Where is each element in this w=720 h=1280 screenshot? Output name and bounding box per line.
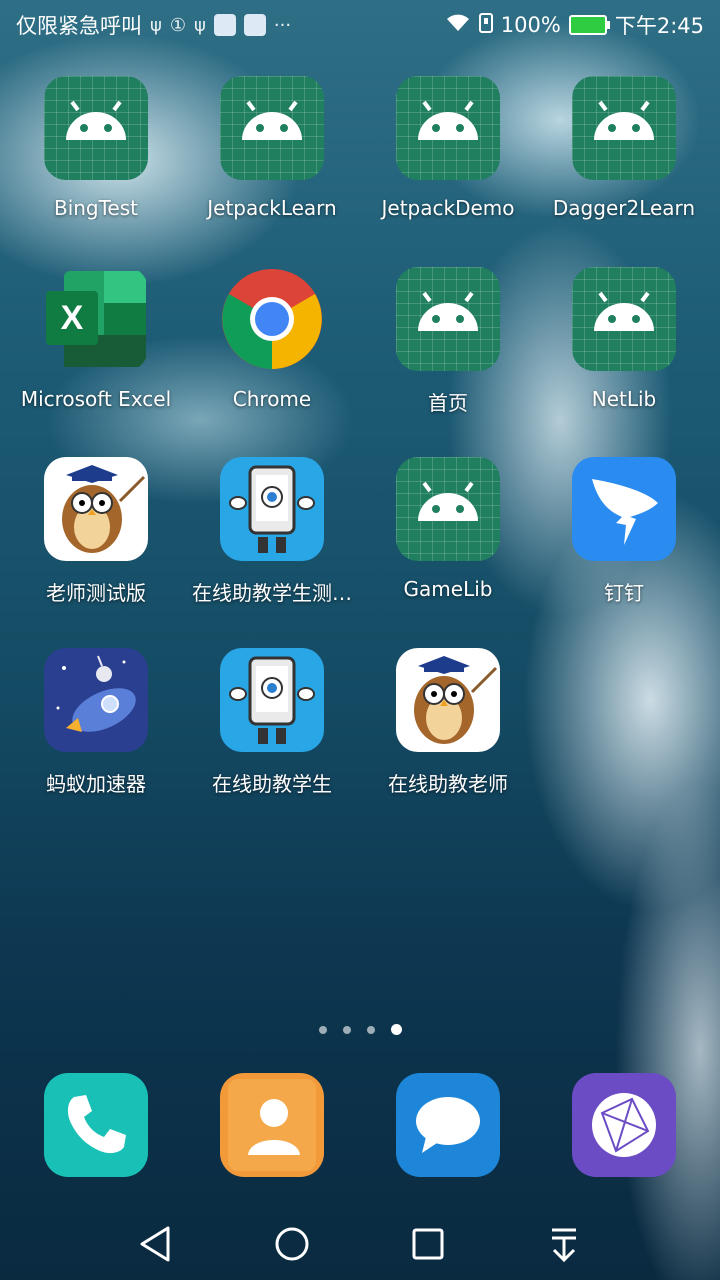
svg-text:X: X — [61, 299, 84, 337]
battery-percent: 100% — [500, 13, 561, 37]
navigation-bar — [0, 1206, 720, 1280]
app-shouye[interactable]: 首页 — [360, 267, 536, 416]
carrier-status-text: 仅限紧急呼叫 — [16, 14, 142, 38]
more-icon: ··· — [273, 14, 292, 36]
app-online-tutor-student-test[interactable]: 在线助教学生测… — [184, 457, 360, 606]
tablet-character-icon — [220, 648, 324, 752]
browser-icon — [572, 1073, 676, 1177]
dock-browser[interactable] — [536, 1073, 712, 1177]
app-label: JetpackDemo — [381, 196, 515, 220]
messages-icon — [396, 1073, 500, 1177]
page-dot[interactable] — [342, 1025, 351, 1034]
app-jetpacklearn[interactable]: JetpackLearn — [184, 76, 360, 220]
excel-icon: X — [44, 267, 148, 371]
dingtalk-icon — [572, 457, 676, 561]
app-label: 在线助教老师 — [388, 772, 508, 796]
baidu-icon — [243, 14, 266, 36]
app-label: 首页 — [428, 391, 468, 415]
app-label: 在线助教学生 — [212, 772, 332, 796]
android-icon — [396, 267, 500, 371]
battery-icon — [568, 15, 610, 35]
app-label: Dagger2Learn — [552, 196, 696, 220]
app-label: Microsoft Excel — [20, 387, 172, 411]
sim-icon: ① — [169, 14, 187, 36]
app-label: BingTest — [53, 196, 139, 220]
dock-messages[interactable] — [360, 1073, 536, 1177]
usb-icon: ψ — [194, 14, 206, 36]
app-online-tutor-teacher[interactable]: 在线助教老师 — [360, 648, 536, 797]
android-icon — [572, 267, 676, 371]
owl-teacher-icon — [396, 648, 500, 752]
contacts-icon — [220, 1073, 324, 1177]
app-jetpackdemo[interactable]: JetpackDemo — [360, 76, 536, 220]
page-dot[interactable] — [318, 1025, 327, 1034]
home-icon[interactable] — [268, 1220, 316, 1268]
android-icon — [220, 76, 324, 180]
app-notification-icon — [213, 14, 236, 36]
clock: 下午2:45 — [614, 14, 704, 38]
app-label: GameLib — [403, 577, 493, 601]
status-bar: 仅限紧急呼叫 ψ ① ψ ··· 100% 下午2:45 — [0, 0, 720, 48]
page-dot-active[interactable] — [390, 1024, 402, 1035]
app-bingtest[interactable]: BingTest — [8, 76, 184, 220]
owl-teacher-icon — [44, 457, 148, 561]
app-netlib[interactable]: NetLib — [536, 267, 712, 411]
app-label: 蚂蚁加速器 — [46, 772, 146, 796]
chrome-icon — [220, 267, 324, 371]
wifi-icon — [445, 13, 471, 38]
page-indicator — [0, 1024, 720, 1035]
app-dagger2learn[interactable]: Dagger2Learn — [536, 76, 712, 220]
phone-icon — [44, 1073, 148, 1177]
app-label: 钉钉 — [604, 581, 644, 605]
app-dingtalk[interactable]: 钉钉 — [536, 457, 712, 606]
android-icon — [44, 76, 148, 180]
back-icon[interactable] — [132, 1220, 180, 1268]
dock-contacts[interactable] — [184, 1073, 360, 1177]
page-dot[interactable] — [366, 1025, 375, 1034]
recents-icon[interactable] — [404, 1220, 452, 1268]
android-icon — [396, 457, 500, 561]
app-label: 老师测试版 — [46, 581, 146, 605]
rocket-ant-icon — [44, 648, 148, 752]
usb-icon: ψ — [150, 14, 162, 36]
dock-phone[interactable] — [8, 1073, 184, 1177]
app-online-tutor-student[interactable]: 在线助教学生 — [184, 648, 360, 797]
app-chrome[interactable]: Chrome — [184, 267, 360, 411]
app-microsoft-excel[interactable]: X Microsoft Excel — [8, 267, 184, 411]
app-label: 在线助教学生测… — [192, 581, 352, 605]
android-icon — [396, 76, 500, 180]
app-gamelib[interactable]: GameLib — [360, 457, 536, 601]
notification-pull-icon[interactable] — [540, 1220, 588, 1268]
sim-card-icon — [478, 12, 493, 38]
android-icon — [572, 76, 676, 180]
tablet-character-icon — [220, 457, 324, 561]
app-label: JetpackLearn — [207, 196, 337, 220]
app-ant-accelerator[interactable]: 蚂蚁加速器 — [8, 648, 184, 797]
app-label: NetLib — [591, 387, 657, 411]
app-teacher-test[interactable]: 老师测试版 — [8, 457, 184, 606]
app-label: Chrome — [232, 387, 312, 411]
